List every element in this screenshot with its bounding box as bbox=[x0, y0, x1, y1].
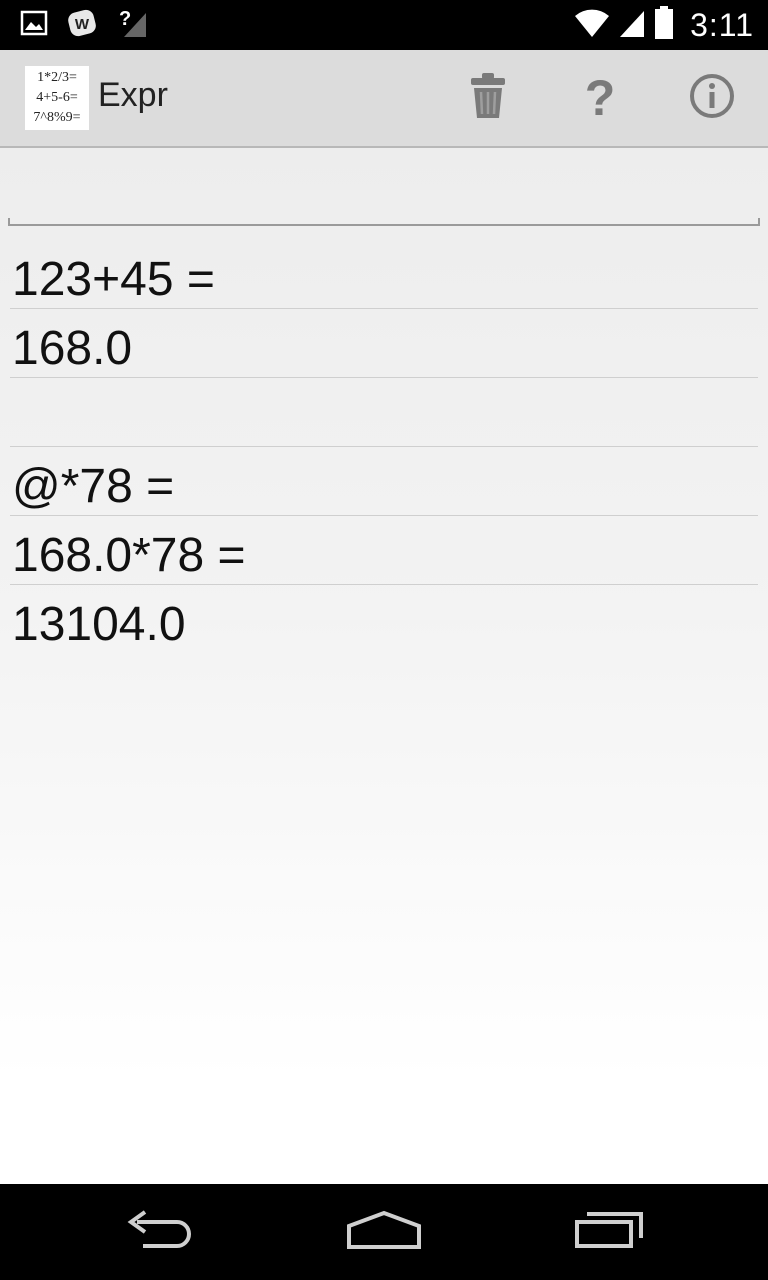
history-list: 123+45 = 168.0 @*78 = 168.0*78 = 13104.0 bbox=[10, 240, 758, 654]
app-icon[interactable]: 1*2/3= 4+5-6= 7^8%9= bbox=[25, 66, 89, 130]
back-icon bbox=[123, 1208, 195, 1257]
app-icon-line: 1*2/3= bbox=[37, 70, 77, 85]
no-signal-icon: ? bbox=[118, 7, 148, 44]
status-bar: W ? 3:11 bbox=[0, 0, 768, 50]
app-title: Expr bbox=[98, 76, 168, 114]
home-icon bbox=[346, 1210, 422, 1255]
w-app-notification-icon: W bbox=[66, 6, 100, 45]
help-icon: ? bbox=[584, 70, 616, 126]
recent-apps-icon bbox=[573, 1210, 645, 1255]
help-button[interactable]: ? bbox=[570, 68, 630, 128]
trash-icon bbox=[470, 72, 506, 125]
calculator-content: 123+45 = 168.0 @*78 = 168.0*78 = 13104.0 bbox=[0, 148, 768, 1184]
status-time: 3:11 bbox=[690, 6, 754, 43]
history-row[interactable]: 168.0 bbox=[10, 309, 758, 378]
back-button[interactable] bbox=[104, 1202, 214, 1262]
svg-text:W: W bbox=[75, 16, 90, 33]
navigation-bar bbox=[0, 1184, 768, 1280]
action-bar: 1*2/3= 4+5-6= 7^8%9= Expr ? bbox=[0, 50, 768, 148]
about-button[interactable] bbox=[682, 68, 742, 128]
svg-text:?: ? bbox=[119, 8, 131, 30]
history-row[interactable]: 123+45 = bbox=[10, 240, 758, 309]
image-notification-icon bbox=[20, 10, 48, 41]
history-row[interactable]: @*78 = bbox=[10, 447, 758, 516]
recent-apps-button[interactable] bbox=[554, 1202, 664, 1262]
app-icon-line: 4+5-6= bbox=[36, 90, 78, 105]
system-status-icons: 3:11 bbox=[574, 5, 754, 45]
expression-input[interactable] bbox=[8, 188, 764, 228]
battery-icon bbox=[654, 5, 674, 45]
input-underline bbox=[8, 218, 760, 226]
history-row[interactable]: 13104.0 bbox=[10, 585, 758, 654]
wifi-icon bbox=[574, 8, 610, 43]
home-button[interactable] bbox=[329, 1202, 439, 1262]
clear-history-button[interactable] bbox=[458, 68, 518, 128]
history-row[interactable]: 168.0*78 = bbox=[10, 516, 758, 585]
notification-icons: W ? bbox=[20, 8, 148, 42]
cell-signal-icon bbox=[618, 8, 646, 43]
app-icon-line: 7^8%9= bbox=[33, 110, 81, 125]
info-icon bbox=[689, 73, 735, 124]
history-row[interactable] bbox=[10, 378, 758, 447]
